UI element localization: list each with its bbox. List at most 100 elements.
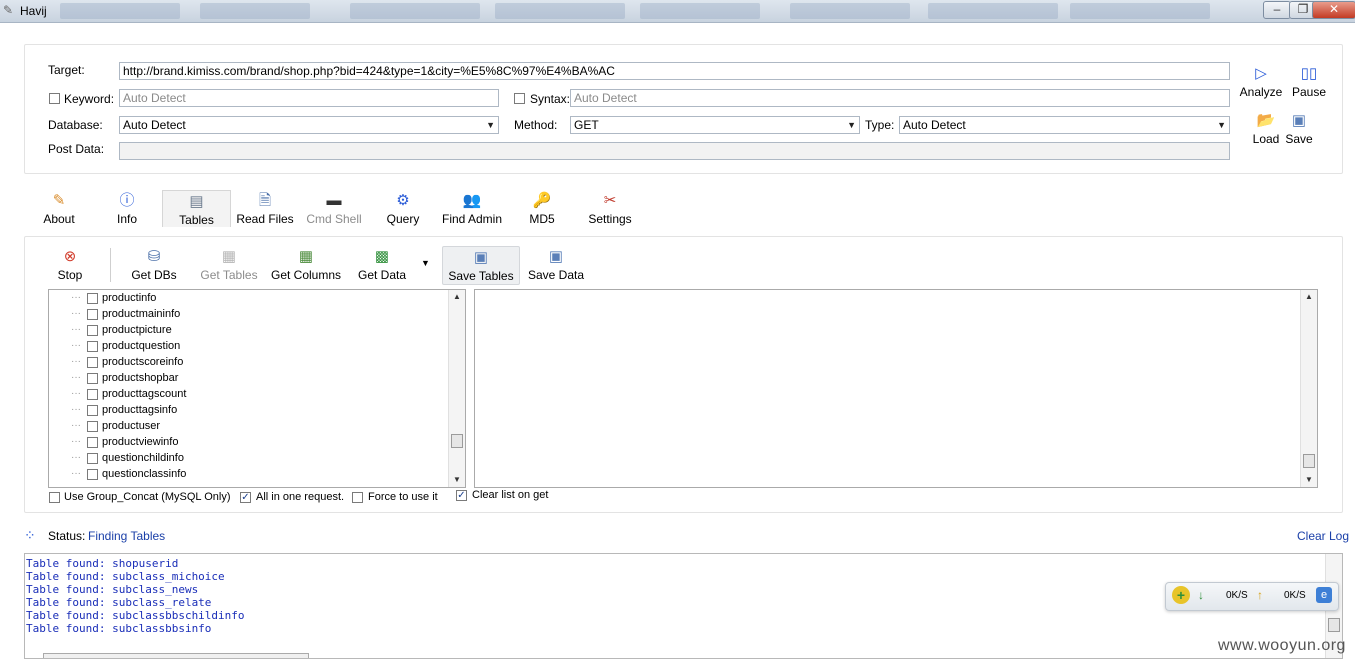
tree-item-checkbox[interactable] [87,293,98,304]
background-taskbar-item [640,3,760,19]
dropdown-arrow-icon: ▼ [1217,120,1226,130]
log-hscroll-thumb[interactable] [43,653,309,658]
save-tables-label: Save Tables [448,269,514,283]
get-tables-button[interactable]: ▦ Get Tables [198,248,260,282]
tree-item-checkbox[interactable] [87,309,98,320]
tree-item-checkbox[interactable] [87,421,98,432]
tree-item-checkbox[interactable] [87,357,98,368]
tables-tree[interactable]: ··· productinfo ··· productmaininfo ··· produ… [48,289,466,488]
tree-connector: ··· [71,292,81,303]
tree-item-checkbox[interactable] [87,437,98,448]
tree-connector: ··· [71,308,81,319]
tree-item-checkbox[interactable] [87,453,98,464]
database-select[interactable]: Auto Detect ▼ [119,116,499,134]
scroll-thumb[interactable] [451,434,463,448]
force-label: Force to use it [368,491,438,503]
cmd-shell-icon: ▬ [326,192,342,209]
get-data-dropdown-icon[interactable]: ▼ [421,258,430,268]
tree-item-checkbox[interactable] [87,325,98,336]
tab-cmd-shell-label: Cmd Shell [306,212,362,226]
method-select[interactable]: GET ▼ [570,116,860,134]
save-tables-button[interactable]: ▣ Save Tables [442,246,520,285]
clear-list-label: Clear list on get [472,489,549,501]
tab-about-label: About [43,212,75,226]
background-taskbar-item [200,3,310,19]
type-select[interactable]: Auto Detect ▼ [899,116,1230,134]
clear-list-checkbox[interactable]: ✓ [456,490,467,501]
tree-item-checkbox[interactable] [87,389,98,400]
syntax-input[interactable]: Auto Detect [570,89,1230,107]
tab-read-files-label: Read Files [236,212,294,226]
keyword-input[interactable]: Auto Detect [119,89,499,107]
group-concat-checkbox[interactable] [49,492,60,503]
scroll-down-arrow-icon[interactable]: ▼ [449,473,465,487]
post-data-input[interactable] [119,142,1230,160]
scroll-thumb[interactable] [1328,618,1340,632]
tab-cmd-shell[interactable]: ▬ Cmd Shell [303,192,365,226]
title-bar: ✎ Havij – ❐ ✕ [0,0,1355,23]
log-line: Table found: subclass_news [26,583,199,596]
background-taskbar-item [60,3,180,19]
get-columns-label: Get Columns [270,268,342,282]
log-line: Table found: subclass_michoice [26,570,225,583]
analyze-button[interactable]: ▷ Analyze [1238,65,1284,99]
get-dbs-button[interactable]: ⛁ Get DBs [128,248,180,282]
floppy-disk-icon: ▣ [1291,112,1307,129]
get-data-label: Get Data [357,268,407,282]
play-icon: ▷ [1255,65,1267,82]
minimize-button[interactable]: – [1263,1,1291,19]
plus-icon[interactable]: + [1172,586,1190,604]
scroll-thumb[interactable] [1303,454,1315,468]
browser-icon[interactable]: e [1316,587,1332,603]
tree-scrollbar[interactable]: ▲ ▼ [448,290,465,487]
database-icon: ⛁ [147,248,161,265]
keyword-checkbox[interactable] [49,93,60,104]
scroll-up-arrow-icon[interactable]: ▲ [449,290,465,304]
pause-button[interactable]: ▯▯ Pause [1288,65,1330,99]
clear-log-link[interactable]: Clear Log [1297,529,1349,543]
data-results-list[interactable]: ▲ ▼ [474,289,1318,488]
tab-query[interactable]: ⚙ Query [383,192,423,226]
tree-item-checkbox[interactable] [87,469,98,480]
save-button[interactable]: ▣ Save [1284,112,1314,146]
tab-find-admin[interactable]: 👥 Find Admin [438,192,506,226]
tab-read-files[interactable]: 🗎 Read Files [236,192,294,226]
query-icon: ⚙ [396,192,410,209]
about-icon: ✎ [52,192,66,209]
background-taskbar-item [790,3,910,19]
tab-about[interactable]: ✎ About [38,192,80,226]
force-checkbox[interactable] [352,492,363,503]
save-data-button[interactable]: ▣ Save Data [528,248,584,282]
tab-md5[interactable]: 🔑 MD5 [524,192,560,226]
results-scrollbar[interactable]: ▲ ▼ [1300,290,1317,487]
target-url-input[interactable]: http://brand.kimiss.com/brand/shop.php?b… [119,62,1230,80]
scroll-down-arrow-icon[interactable]: ▼ [1301,473,1317,487]
get-columns-button[interactable]: ▦ Get Columns [268,248,344,282]
database-select-value: Auto Detect [123,118,186,132]
background-taskbar-item [350,3,480,19]
tree-item-checkbox[interactable] [87,373,98,384]
log-area[interactable]: Table found: shopuserid Table found: subc… [24,553,1343,659]
tab-settings[interactable]: ✂ Settings [585,192,635,226]
md5-icon: 🔑 [532,192,552,209]
close-button[interactable]: ✕ [1312,1,1355,19]
dropdown-arrow-icon: ▼ [486,120,495,130]
method-label: Method: [514,118,558,132]
tree-item-checkbox[interactable] [87,341,98,352]
all-in-one-checkbox[interactable]: ✓ [240,492,251,503]
tab-info[interactable]: ⓘ Info [110,192,144,226]
get-data-button[interactable]: ▩ Get Data [355,248,409,282]
download-arrow-icon: ↓ [1198,588,1204,602]
scroll-up-arrow-icon[interactable]: ▲ [1301,290,1317,304]
load-button[interactable]: 📂 Load [1246,112,1286,146]
tree-connector: ··· [71,452,81,463]
tree-item-checkbox[interactable] [87,405,98,416]
stop-button[interactable]: ⊗ Stop [50,248,90,282]
tree-item-label: questionclassinfo [102,468,187,480]
tab-tables[interactable]: ▤ Tables [162,190,231,227]
tree-connector: ··· [71,436,81,447]
syntax-checkbox[interactable] [514,93,525,104]
spinner-icon: ⁘ [24,527,36,543]
tables-icon: ▤ [189,193,204,210]
tab-info-label: Info [116,212,137,226]
